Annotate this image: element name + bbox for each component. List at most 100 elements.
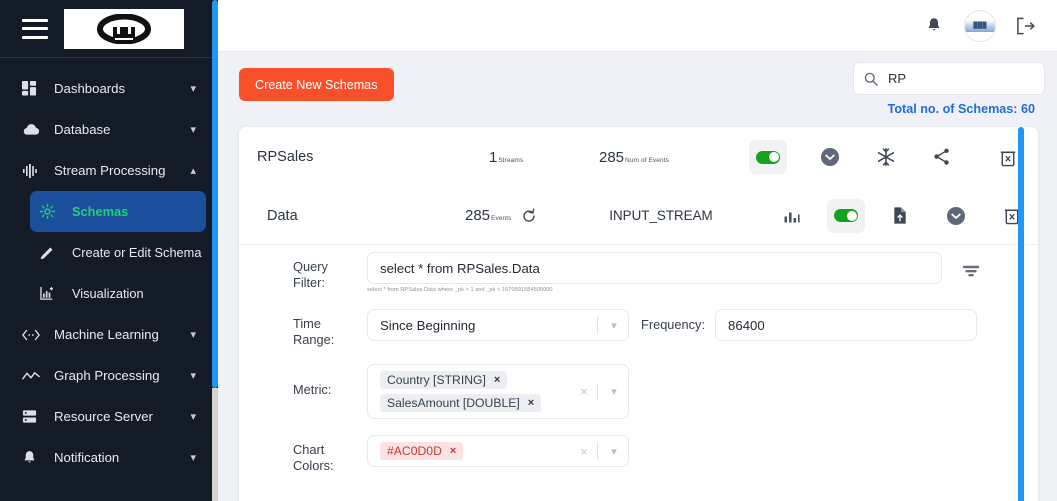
- sidebar-brand-bar: [0, 0, 218, 58]
- events-label: Num of Events: [625, 156, 669, 164]
- chevron-down-icon[interactable]: ▾: [600, 319, 628, 332]
- data-events-count: 285: [465, 207, 491, 224]
- sidebar-item-resource-server[interactable]: Resource Server ▾: [12, 396, 206, 437]
- sidebar-item-create-or-edit-schema[interactable]: Create or Edit Schema: [30, 232, 206, 273]
- metric-chip-label: SalesAmount [DOUBLE]: [387, 396, 520, 410]
- sidebar-item-stream-processing[interactable]: Stream Processing ▴: [12, 150, 206, 191]
- sidebar-item-graph-processing[interactable]: Graph Processing ▾: [12, 355, 206, 396]
- app-root: Dashboards ▾ Database ▾ Stream Processin…: [0, 0, 1057, 501]
- cloud-icon: [22, 122, 44, 138]
- chevron-down-icon[interactable]: ▾: [600, 385, 628, 398]
- line-graph-icon: [22, 368, 44, 384]
- chevron-down-icon: ▾: [190, 370, 196, 382]
- sidebar-nav: Dashboards ▾ Database ▾ Stream Processin…: [0, 58, 218, 478]
- sidebar-item-label: Notification: [54, 450, 120, 465]
- sidebar-item-label: Machine Learning: [54, 327, 159, 342]
- chart-colors-label-line2: Colors:: [293, 458, 334, 473]
- schema-events-stat: 285 Num of Events: [599, 149, 729, 166]
- query-filter-input[interactable]: select * from RPSales.Data: [367, 252, 942, 284]
- bar-chart-icon[interactable]: [775, 199, 809, 233]
- logout-icon[interactable]: [1016, 17, 1035, 35]
- query-filter-row: Query Filter: select * from RPSales.Data…: [293, 252, 1038, 293]
- data-config-form: Query Filter: select * from RPSales.Data…: [257, 252, 1038, 501]
- clear-metric-icon[interactable]: ×: [573, 384, 595, 399]
- chevron-down-icon[interactable]: ▾: [600, 445, 628, 458]
- chevron-down-icon: ▾: [190, 124, 196, 136]
- snowflake-button[interactable]: [869, 140, 903, 174]
- stream-type-label: INPUT_STREAM: [609, 208, 713, 223]
- sidebar-item-label: Graph Processing: [54, 368, 160, 383]
- time-range-label-line1: Time: [293, 316, 321, 331]
- remove-chip-icon[interactable]: ×: [528, 397, 534, 409]
- time-range-label-line2: Range:: [293, 332, 335, 347]
- sidebar-item-dashboards[interactable]: Dashboards ▾: [12, 68, 206, 109]
- sidebar-item-database[interactable]: Database ▾: [12, 109, 206, 150]
- share-schema-button[interactable]: [925, 140, 959, 174]
- user-avatar[interactable]: ███: [964, 9, 996, 42]
- expand-data-button[interactable]: [939, 199, 973, 233]
- toggle-switch: [834, 209, 858, 222]
- dashboard-grid-icon: [22, 81, 44, 97]
- sidebar-item-visualization[interactable]: Visualization: [30, 273, 206, 314]
- select-divider: [597, 316, 598, 334]
- chart-colors-select[interactable]: #AC0D0D × × ▾: [367, 435, 629, 467]
- avatar-image: ███: [965, 19, 995, 32]
- metric-chip[interactable]: Country [STRING] ×: [380, 371, 508, 389]
- time-range-label: Time Range:: [293, 309, 367, 348]
- chart-color-chip[interactable]: #AC0D0D ×: [380, 442, 464, 460]
- sidebar-item-label: Database: [54, 122, 111, 137]
- app-logo[interactable]: [64, 8, 184, 49]
- filter-lines-icon[interactable]: [954, 254, 988, 288]
- notification-bell-icon[interactable]: [926, 17, 942, 34]
- refresh-icon[interactable]: [517, 204, 541, 228]
- code-arrows-icon: [22, 327, 44, 343]
- select-divider: [597, 442, 598, 460]
- sidebar-item-label: Resource Server: [54, 409, 153, 424]
- waveform-icon: [22, 163, 44, 179]
- streams-label: Streams: [498, 156, 524, 164]
- bell-icon: [22, 450, 44, 466]
- time-range-value: Since Beginning: [380, 317, 476, 333]
- chart-color-value: #AC0D0D: [387, 444, 442, 458]
- query-filter-label-line2: Filter:: [293, 275, 325, 290]
- search-input[interactable]: [886, 70, 1057, 87]
- sidebar-item-machine-learning[interactable]: Machine Learning ▾: [12, 314, 206, 355]
- search-box[interactable]: [853, 62, 1057, 95]
- metric-chip[interactable]: SalesAmount [DOUBLE] ×: [380, 394, 542, 412]
- data-enable-toggle[interactable]: [827, 198, 865, 233]
- chart-colors-row: Chart Colors: #AC0D0D × × ▾: [293, 435, 1038, 474]
- schema-enable-toggle[interactable]: [749, 140, 787, 174]
- top-bar: ███: [218, 0, 1057, 52]
- select-divider: [597, 382, 598, 401]
- chevron-down-icon: ▾: [190, 83, 196, 95]
- clear-chart-colors-icon[interactable]: ×: [573, 444, 595, 459]
- data-name: Data: [267, 207, 298, 224]
- metric-select[interactable]: Country [STRING] × SalesAmount [DOUBLE] …: [367, 364, 629, 419]
- sidebar-item-schemas[interactable]: Schemas: [30, 191, 206, 232]
- time-range-select[interactable]: Since Beginning ▾: [367, 309, 629, 341]
- create-new-schemas-button[interactable]: Create New Schemas: [239, 68, 394, 101]
- pencil-icon: [40, 245, 62, 261]
- chart-add-icon: [40, 286, 62, 302]
- sparkle-schema-icon: [40, 204, 62, 220]
- hamburger-icon[interactable]: [22, 18, 48, 39]
- schema-name: RPSales: [257, 149, 314, 165]
- chart-colors-label: Chart Colors:: [293, 435, 367, 474]
- sidebar-item-notification[interactable]: Notification ▾: [12, 437, 206, 478]
- metric-chips: Country [STRING] × SalesAmount [DOUBLE] …: [380, 365, 573, 418]
- remove-chip-icon[interactable]: ×: [494, 374, 500, 386]
- upload-file-button[interactable]: [883, 199, 917, 233]
- remove-chip-icon[interactable]: ×: [450, 445, 456, 457]
- metric-chip-label: Country [STRING]: [387, 373, 486, 387]
- logo-mark-icon: [97, 13, 151, 44]
- expand-schema-button[interactable]: [813, 140, 847, 174]
- toggle-switch: [756, 150, 780, 164]
- chevron-down-icon: ▾: [190, 452, 196, 464]
- card-scrollbar-thumb[interactable]: [1018, 127, 1024, 501]
- frequency-input[interactable]: 86400: [715, 309, 978, 341]
- events-count: 285: [599, 148, 625, 166]
- chart-colors-label-line1: Chart: [293, 442, 325, 457]
- sidebar: Dashboards ▾ Database ▾ Stream Processin…: [0, 0, 218, 501]
- frequency-label: Frequency:: [641, 317, 706, 332]
- chevron-down-icon: ▾: [190, 411, 196, 423]
